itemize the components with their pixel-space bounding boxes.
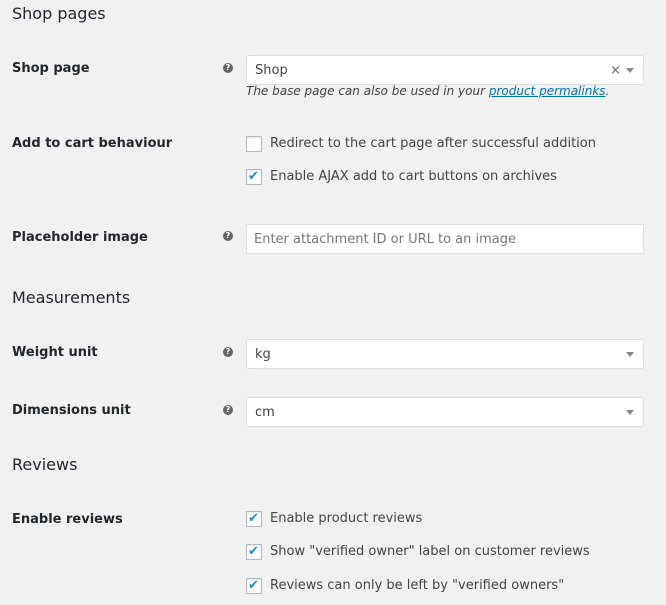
chevron-down-icon <box>626 68 634 73</box>
help-icon[interactable]: ? <box>223 231 233 241</box>
section-title-reviews: Reviews <box>12 455 78 474</box>
verified-owners-only-checkbox[interactable]: ✔ <box>246 578 262 594</box>
redirect-to-cart-checkbox[interactable] <box>246 136 262 152</box>
section-title-shop-pages: Shop pages <box>12 4 106 23</box>
verified-owner-label-checkbox[interactable]: ✔ <box>246 544 262 560</box>
check-icon: ✔ <box>248 169 259 184</box>
verified-owners-only-text: Reviews can only be left by "verified ow… <box>270 578 565 593</box>
shop-page-label: Shop page <box>12 61 90 76</box>
enable-product-reviews-checkbox[interactable]: ✔ <box>246 511 262 527</box>
help-icon[interactable]: ? <box>223 405 233 415</box>
check-icon: ✔ <box>248 511 259 526</box>
dimensions-unit-select[interactable]: cm <box>246 397 644 427</box>
product-permalinks-link[interactable]: product permalinks <box>489 84 606 98</box>
weight-unit-label: Weight unit <box>12 345 98 360</box>
shop-page-desc-prefix: The base page can also be used in your <box>246 84 489 98</box>
clear-icon[interactable]: × <box>610 56 621 86</box>
dimensions-unit-label: Dimensions unit <box>12 403 131 418</box>
chevron-down-icon <box>626 352 634 357</box>
redirect-to-cart-text: Redirect to the cart page after successf… <box>270 136 596 151</box>
ajax-add-to-cart-text: Enable AJAX add to cart buttons on archi… <box>270 169 557 184</box>
weight-unit-select[interactable]: kg <box>246 339 644 369</box>
chevron-down-icon <box>626 410 634 415</box>
check-icon: ✔ <box>248 544 259 559</box>
placeholder-image-input[interactable] <box>246 224 644 254</box>
shop-page-description: The base page can also be used in your p… <box>246 84 609 98</box>
enable-product-reviews-text: Enable product reviews <box>270 511 423 526</box>
section-title-measurements: Measurements <box>12 288 131 307</box>
add-to-cart-label: Add to cart behaviour <box>12 136 173 151</box>
placeholder-image-label: Placeholder image <box>12 230 148 245</box>
help-icon[interactable]: ? <box>223 63 233 73</box>
dimensions-unit-value: cm <box>255 405 275 420</box>
shop-page-select[interactable]: Shop × <box>246 55 644 85</box>
check-icon: ✔ <box>248 578 259 593</box>
verified-owner-label-text: Show "verified owner" label on customer … <box>270 544 590 559</box>
help-icon[interactable]: ? <box>223 347 233 357</box>
shop-page-desc-suffix: . <box>605 84 610 98</box>
weight-unit-value: kg <box>255 347 271 362</box>
enable-reviews-label: Enable reviews <box>12 512 123 527</box>
ajax-add-to-cart-checkbox[interactable]: ✔ <box>246 169 262 185</box>
shop-page-value: Shop <box>255 63 288 78</box>
